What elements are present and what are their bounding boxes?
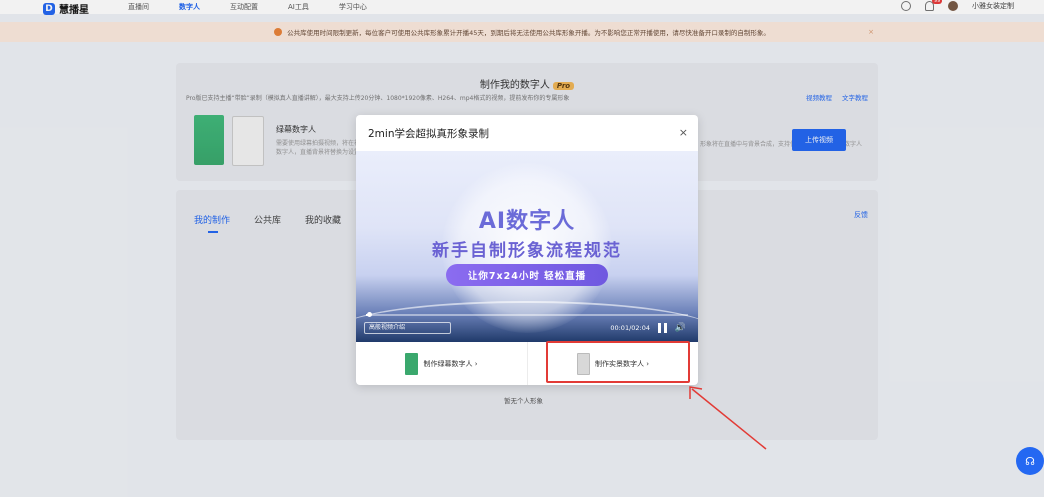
pause-icon[interactable] [658, 323, 667, 333]
close-icon[interactable]: × [679, 126, 688, 139]
customer-support-button[interactable]: ☊ [1016, 447, 1044, 475]
video-time: 00:01/02:04 [610, 324, 650, 332]
create-green-screen-label: 制作绿幕数字人 › [423, 359, 478, 368]
headset-icon: ☊ [1025, 454, 1035, 468]
annotation-highlight-box [546, 341, 690, 383]
video-heading: AI数字人 [478, 209, 576, 234]
tutorial-video-player[interactable]: AI数字人 新手自制形象流程规范 让你7x24小时 轻松直播 高般视频介绍 00… [356, 151, 698, 342]
video-controls: 高般视频介绍 00:01/02:04 🔊 [364, 322, 690, 336]
video-progress-bar[interactable] [366, 312, 688, 317]
annotation-arrow-icon [689, 386, 767, 450]
video-chapter-select[interactable]: 高般视频介绍 [364, 322, 451, 334]
modal-title: 2min学会超拟真形象录制 [368, 127, 489, 140]
volume-icon[interactable]: 🔊 [675, 323, 686, 333]
create-green-screen-button[interactable]: 制作绿幕数字人 › [356, 342, 527, 385]
video-subheading: 新手自制形象流程规范 [432, 241, 622, 261]
modal-header: 2min学会超拟真形象录制 [356, 115, 698, 151]
video-pill-text: 让你7x24小时 轻松直播 [446, 264, 608, 286]
green-screen-option-icon [405, 352, 419, 375]
